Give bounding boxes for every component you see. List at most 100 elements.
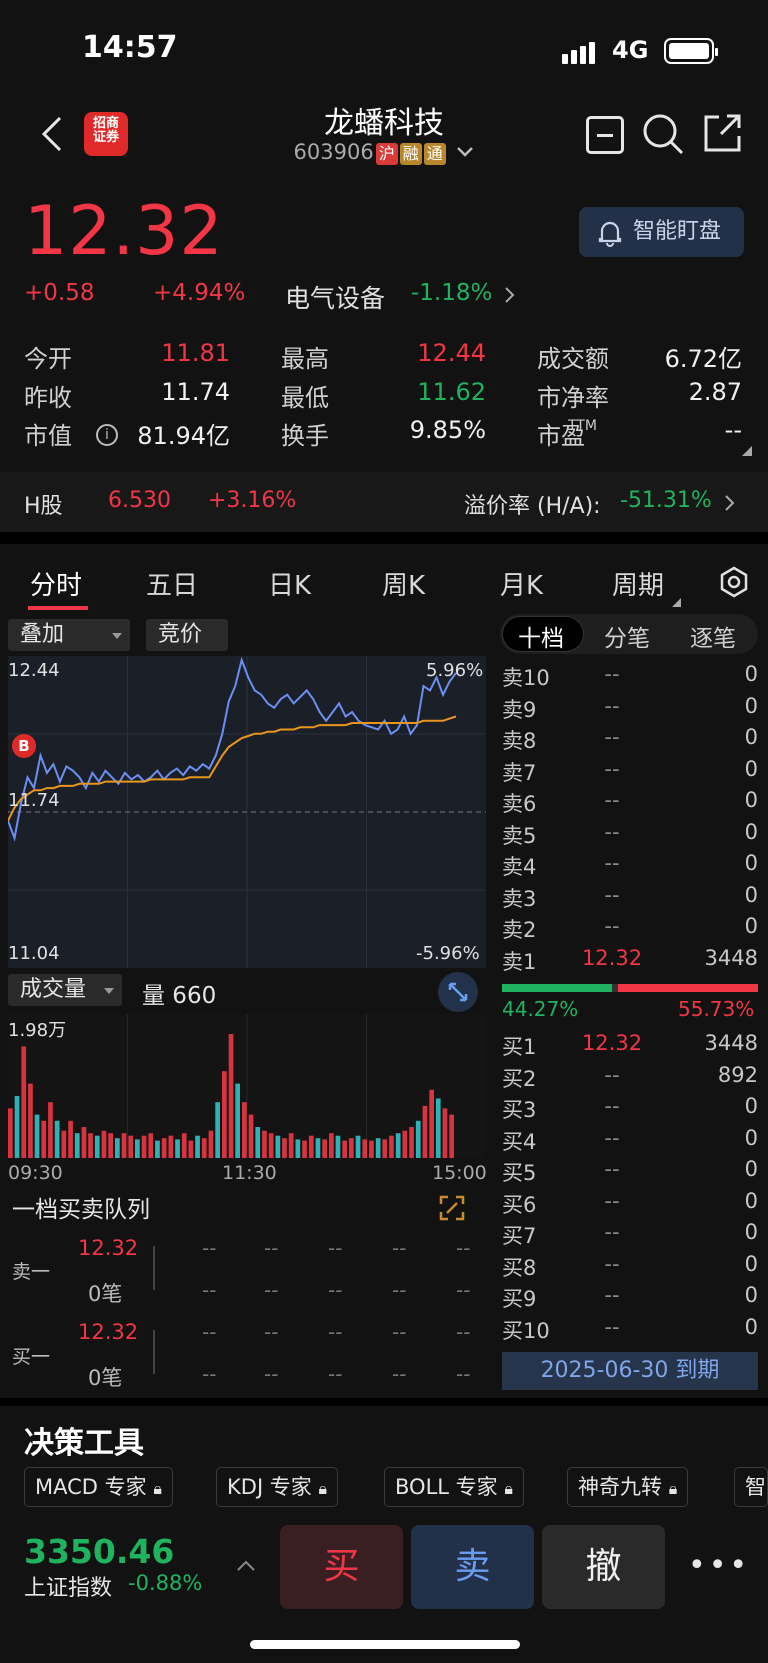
index-name[interactable]: 上证指数: [24, 1570, 112, 1602]
tab-intraday[interactable]: 分时: [30, 565, 82, 602]
ask-volume: 0: [744, 851, 758, 875]
stat-value: 12.44: [417, 339, 486, 367]
price-change-pct: +4.94%: [153, 280, 246, 306]
ask-row[interactable]: 卖3 -- 0: [0, 883, 768, 911]
fullscreen-button[interactable]: [438, 972, 478, 1012]
lock-icon: 🔒︎: [318, 1479, 328, 1498]
bid-row[interactable]: 买5 -- 0: [0, 1157, 768, 1185]
search-icon[interactable]: [641, 112, 685, 156]
bid-volume: 0: [744, 1314, 758, 1339]
smart-watch-button[interactable]: 智能盯盘: [579, 207, 744, 257]
bid-row[interactable]: 买6 -- 0: [0, 1189, 768, 1217]
chevron-down-icon: [457, 147, 474, 157]
bid-row[interactable]: 买9 -- 0: [0, 1283, 768, 1311]
bid-level: 买9: [502, 1287, 537, 1311]
hshare-label: H股: [24, 494, 63, 519]
tab-trades[interactable]: 逐笔: [690, 619, 736, 653]
bid-row[interactable]: 买4 -- 0: [0, 1126, 768, 1154]
tab-ticks[interactable]: 分笔: [604, 619, 650, 653]
sector-name[interactable]: 电气设备: [285, 279, 385, 315]
index-value[interactable]: 3350.46: [24, 1532, 174, 1571]
minus-square-icon[interactable]: [586, 116, 624, 154]
share-icon[interactable]: [701, 112, 743, 154]
ask-row[interactable]: 卖8 -- 0: [0, 725, 768, 753]
bid-price: --: [604, 1125, 620, 1150]
buy-button[interactable]: 买: [280, 1525, 403, 1609]
tab-period[interactable]: 周期: [612, 565, 664, 602]
queue-buy-label: 买一: [12, 1346, 51, 1368]
caret-down-icon: [112, 633, 122, 639]
ask-row[interactable]: 卖10 -- 0: [0, 662, 768, 690]
bid-row[interactable]: 买8 -- 0: [0, 1252, 768, 1280]
ask-volume: 0: [744, 882, 758, 907]
ask-row[interactable]: 卖1 12.32 3448: [0, 946, 768, 974]
bid-row[interactable]: 买10 -- 0: [0, 1315, 768, 1343]
ask-level: 卖3: [502, 886, 537, 911]
stat-label: 市值: [24, 422, 72, 450]
pe-superscript: TTM: [568, 418, 597, 434]
ask-level: 卖9: [502, 697, 537, 722]
ask-row[interactable]: 卖9 -- 0: [0, 694, 768, 722]
info-icon[interactable]: i: [96, 424, 118, 446]
overlay-dropdown[interactable]: 叠加: [8, 619, 130, 651]
chip-macd[interactable]: MACD 专家 🔒︎: [24, 1467, 173, 1507]
tab-5day[interactable]: 五日: [146, 565, 198, 602]
auction-button[interactable]: 竞价: [146, 619, 228, 651]
tab-daily-k[interactable]: 日K: [268, 565, 311, 602]
bid-volume: 0: [744, 1220, 758, 1244]
stat-value: --: [724, 416, 742, 444]
signal-icon: [562, 40, 602, 64]
stat-label: 市净率: [537, 384, 609, 412]
bid-row[interactable]: 买7 -- 0: [0, 1220, 768, 1248]
more-icon[interactable]: •••: [688, 1548, 750, 1583]
sell-button[interactable]: 卖: [411, 1525, 534, 1609]
settings-icon[interactable]: [718, 566, 750, 598]
bid-row[interactable]: 买3 -- 0: [0, 1094, 768, 1122]
stock-code: 603906: [293, 140, 374, 164]
bid-price: --: [604, 1251, 620, 1276]
bid-volume: 0: [744, 1251, 758, 1276]
chip-magic-nine[interactable]: 神奇九转 🔒︎: [567, 1467, 689, 1507]
chevron-up-icon[interactable]: [236, 1558, 256, 1572]
status-time: 14:57: [82, 30, 178, 65]
ask-level: 卖10: [502, 666, 550, 690]
ask-row[interactable]: 卖6 -- 0: [0, 788, 768, 816]
tab-ten-levels[interactable]: 十档: [518, 619, 564, 653]
ask-volume: 3448: [704, 945, 758, 970]
chip-label: MACD 专家: [35, 1475, 147, 1499]
bid-row[interactable]: 买1 12.32 3448: [0, 1031, 768, 1059]
cancel-order-button[interactable]: 撤: [542, 1525, 665, 1609]
ask-price: --: [604, 882, 620, 907]
chip-more[interactable]: 智: [734, 1467, 768, 1507]
bid-row[interactable]: 买2 -- 892: [0, 1063, 768, 1091]
bid-volume: 0: [744, 1094, 758, 1118]
tab-underline: [28, 606, 88, 610]
home-indicator: [250, 1640, 520, 1649]
tab-weekly-k[interactable]: 周K: [382, 565, 425, 602]
ask-price: --: [604, 662, 620, 686]
ask-row[interactable]: 卖5 -- 0: [0, 820, 768, 848]
chevron-right-icon[interactable]: [504, 286, 516, 304]
ask-row[interactable]: 卖4 -- 0: [0, 851, 768, 879]
chip-label: BOLL 专家: [395, 1475, 498, 1499]
expiry-banner[interactable]: 2025-06-30 到期: [502, 1352, 758, 1390]
ask-row[interactable]: 卖7 -- 0: [0, 757, 768, 785]
chip-kdj[interactable]: KDJ 专家 🔒︎: [216, 1467, 339, 1507]
network-label: 4G: [612, 36, 649, 64]
bid-price: --: [604, 1094, 620, 1118]
expand-corner-icon[interactable]: [742, 446, 752, 456]
index-pct: -0.88%: [128, 1571, 203, 1595]
bid-level: 买3: [502, 1098, 537, 1122]
chip-boll[interactable]: BOLL 专家 🔒︎: [384, 1467, 524, 1507]
buy-sell-ratio-bar: [502, 984, 758, 992]
tab-monthly-k[interactable]: 月K: [500, 565, 543, 602]
bid-price: 12.32: [581, 1031, 643, 1055]
queue-dash: --: [264, 1362, 279, 1386]
stat-label: 今开: [24, 345, 72, 373]
tag-tong: 通: [423, 143, 446, 165]
volume-dropdown[interactable]: 成交量: [8, 974, 122, 1006]
chevron-right-icon[interactable]: [724, 494, 736, 512]
ask-row[interactable]: 卖2 -- 0: [0, 914, 768, 942]
sector-pct[interactable]: -1.18%: [411, 280, 492, 306]
stat-value: 6.72亿: [664, 345, 742, 373]
